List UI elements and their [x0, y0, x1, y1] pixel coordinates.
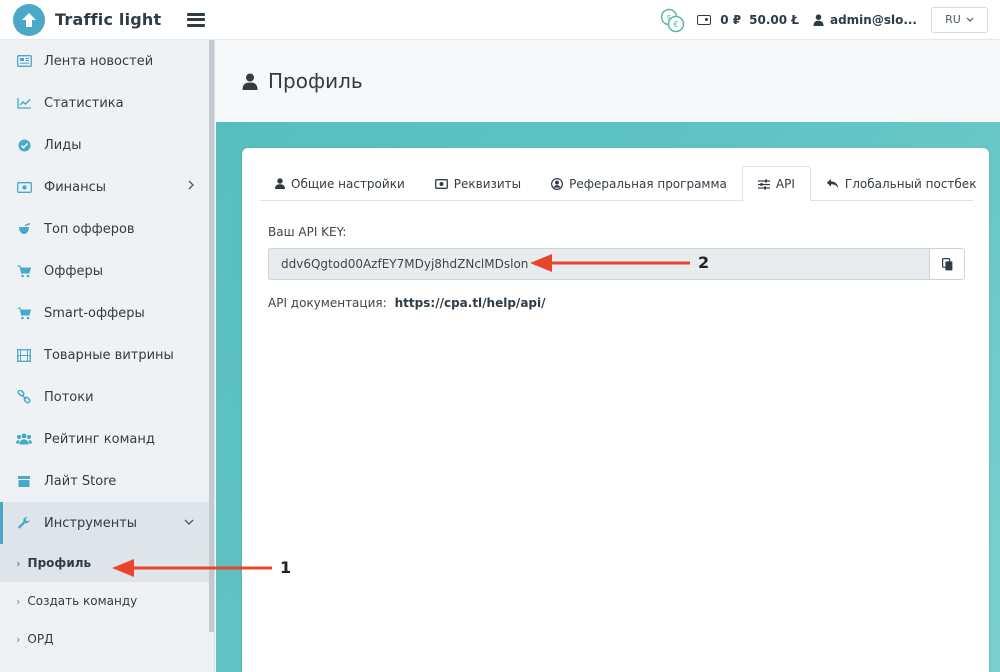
chevron-down-icon: [966, 17, 974, 22]
main-content: Профиль Общие настройки Реквизиты Рефера…: [216, 40, 1000, 672]
api-docs-label: API документация:: [268, 296, 387, 310]
sidebar-item-label: Smart-офферы: [44, 305, 145, 321]
sidebar-item-smart-offers[interactable]: Smart-офферы: [0, 292, 214, 334]
sidebar-item-team-rating[interactable]: Рейтинг команд: [0, 418, 214, 460]
sliders-icon: [757, 179, 770, 189]
line-chart-icon: [16, 95, 32, 111]
sidebar-item-label: Лиды: [44, 137, 82, 153]
reply-icon: [826, 179, 839, 189]
sidebar-item-label: Офферы: [44, 263, 103, 279]
sidebar-item-label: Лента новостей: [44, 53, 154, 69]
api-docs-link[interactable]: https://cpa.tl/help/api/: [395, 296, 546, 310]
user-icon: [242, 73, 258, 90]
sidebar-item-finance[interactable]: Финансы: [0, 166, 214, 208]
users-icon: [16, 431, 32, 447]
sidebar-subitem-create-team[interactable]: › Создать команду: [0, 582, 214, 620]
user-name: admin@slo...: [829, 12, 917, 27]
sidebar-item-statistics[interactable]: Статистика: [0, 82, 214, 124]
user-icon: [275, 178, 285, 189]
annotation-label-1: 1: [280, 558, 292, 577]
link-icon: [16, 389, 32, 405]
sidebar-item-label: Рейтинг команд: [44, 431, 155, 447]
sidebar-subitem-ord[interactable]: › ОРД: [0, 620, 214, 658]
tab-label: Реферальная программа: [569, 176, 727, 191]
page-title: Профиль: [268, 69, 363, 93]
tab-referral[interactable]: Реферальная программа: [536, 166, 742, 201]
cart-icon: [16, 305, 32, 321]
sidebar-item-showcases[interactable]: Товарные витрины: [0, 334, 214, 376]
tab-general-settings[interactable]: Общие настройки: [260, 166, 420, 201]
api-key-label: Ваш API KEY:: [268, 225, 347, 239]
traffic-light-logo-icon: [13, 3, 45, 36]
sidebar-item-label: Инструменты: [44, 515, 138, 531]
tab-requisites[interactable]: Реквизиты: [420, 166, 536, 201]
chevron-right-icon: ›: [16, 556, 21, 570]
sidebar-item-label: Лайт Store: [44, 473, 117, 489]
sidebar-item-news[interactable]: Лента новостей: [0, 40, 214, 82]
tab-label: Общие настройки: [291, 176, 405, 191]
wallet-icon: [697, 14, 712, 25]
api-docs-row: API документация: https://cpa.tl/help/ap…: [268, 296, 546, 310]
api-key-row: [268, 248, 965, 280]
sidebar-item-lite-store[interactable]: Лайт Store: [0, 460, 214, 502]
chevron-right-icon: ›: [16, 594, 21, 608]
sidebar-item-label: Топ офферов: [44, 221, 135, 237]
newspaper-icon: [16, 53, 32, 69]
tab-label: Реквизиты: [453, 176, 522, 191]
svg-text:$: $: [667, 13, 672, 22]
sidebar-item-label: Финансы: [44, 179, 107, 195]
profile-card: Общие настройки Реквизиты Реферальная пр…: [242, 148, 989, 672]
language-value: RU: [945, 13, 961, 26]
sidebar-subitem-label: Создать команду: [27, 594, 138, 608]
sidebar-item-label: Товарные витрины: [44, 347, 174, 363]
user-circle-icon: [551, 177, 564, 190]
sidebar-subitem-label: ОРД: [27, 632, 54, 646]
sidebar-scrollbar[interactable]: [209, 40, 214, 632]
app-name: Traffic light: [55, 10, 162, 29]
sidebar-item-leads[interactable]: Лиды: [0, 124, 214, 166]
sidebar-subitem-profile[interactable]: › Профиль: [0, 544, 214, 582]
tab-label: Глобальный постбек: [844, 176, 977, 191]
sidebar: Лента новостей Статистика Лиды Финансы Т…: [0, 40, 215, 672]
balance[interactable]: 0 ₽ 50.00 Ł: [697, 13, 799, 27]
sidebar-subitem-label: Профиль: [27, 556, 92, 570]
chevron-down-icon: [184, 519, 194, 525]
currency-exchange-icon[interactable]: $ €: [659, 7, 685, 33]
money-icon: [434, 178, 448, 189]
top-bar: Traffic light $ € 0 ₽ 50.00 Ł admin@slo.…: [0, 0, 1000, 40]
logo[interactable]: Traffic light: [13, 3, 162, 36]
chevron-right-icon: ›: [16, 632, 21, 646]
tab-api[interactable]: API: [741, 166, 811, 202]
tab-label: API: [775, 177, 795, 191]
sidebar-item-tools[interactable]: Инструменты: [0, 502, 214, 544]
tab-global-postback[interactable]: Глобальный постбек: [811, 166, 992, 201]
user-icon: [813, 13, 824, 26]
wrench-icon: [16, 515, 32, 531]
api-key-input[interactable]: [268, 248, 929, 280]
copy-icon: [941, 257, 952, 270]
sidebar-item-streams[interactable]: Потоки: [0, 376, 214, 418]
profile-tabs: Общие настройки Реквизиты Реферальная пр…: [260, 166, 976, 202]
cart-icon: [16, 263, 32, 279]
store-icon: [16, 473, 32, 489]
check-circle-icon: [16, 137, 32, 153]
sidebar-item-label: Потоки: [44, 389, 94, 405]
chevron-right-icon: [188, 180, 194, 190]
page-header: Профиль: [216, 40, 1000, 122]
sidebar-item-top-offers[interactable]: Топ офферов: [0, 208, 214, 250]
language-select[interactable]: RU: [931, 6, 988, 33]
user-menu[interactable]: admin@slo...: [813, 13, 917, 27]
balance-lt: 50.00 Ł: [749, 12, 799, 27]
film-icon: [16, 347, 32, 363]
money-icon: [16, 179, 32, 195]
annotation-label-2: 2: [698, 253, 710, 272]
balance-rub: 0 ₽: [720, 12, 742, 27]
sidebar-item-offers[interactable]: Офферы: [0, 250, 214, 292]
sidebar-item-label: Статистика: [44, 95, 124, 111]
trophy-icon: [16, 221, 32, 237]
copy-api-key-button[interactable]: [929, 248, 965, 280]
svg-text:€: €: [674, 20, 679, 29]
menu-toggle-icon[interactable]: [187, 12, 206, 27]
